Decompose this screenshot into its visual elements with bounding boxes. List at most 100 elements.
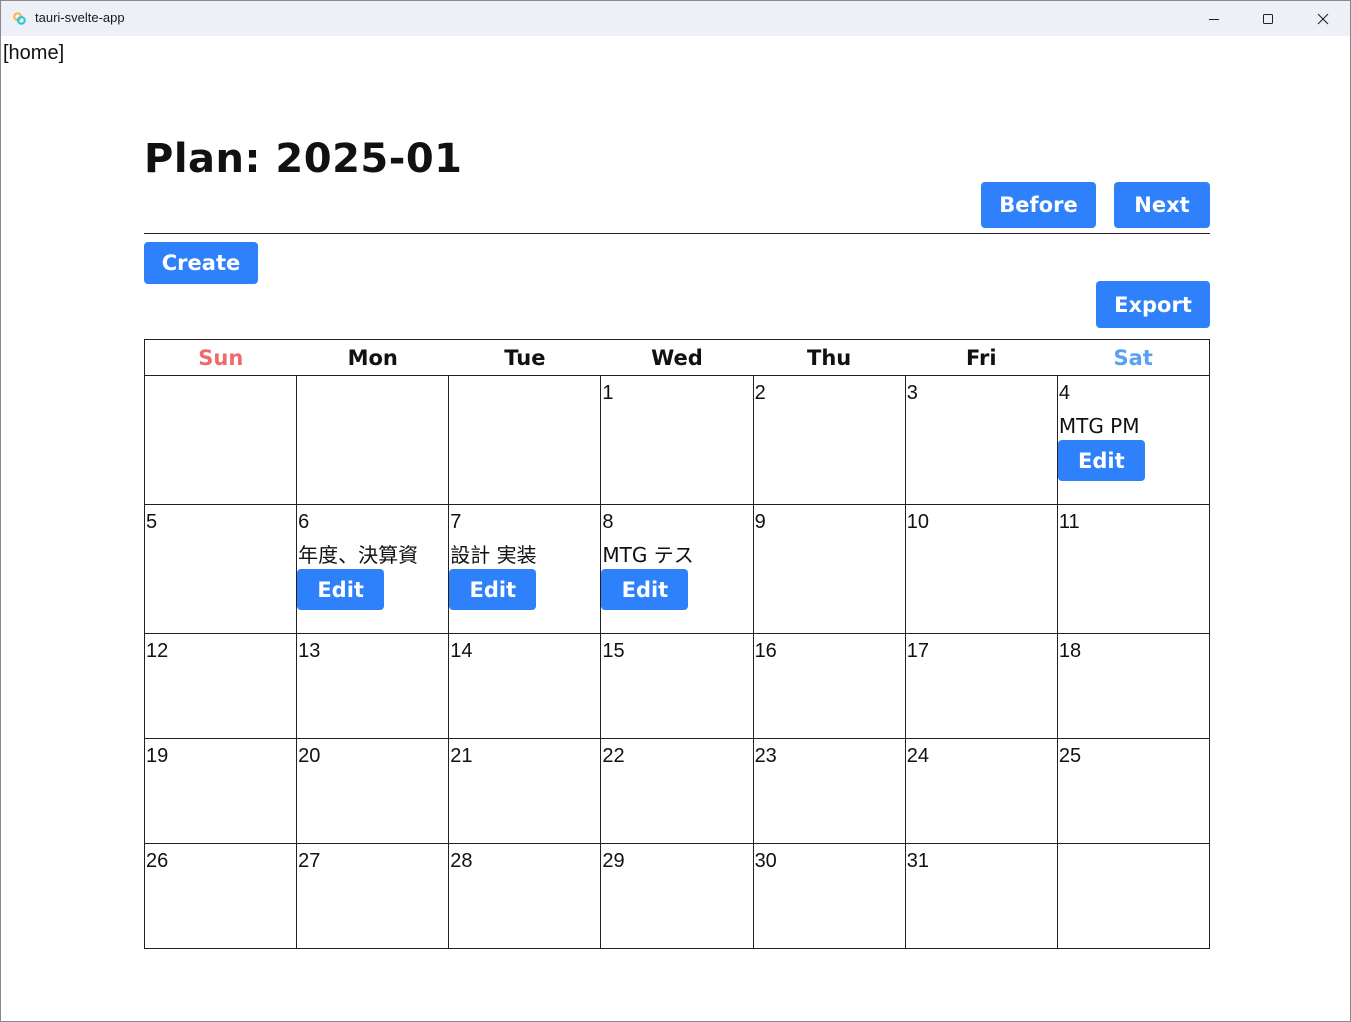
day-number: 8 [602,511,614,533]
day-number: 31 [906,850,929,872]
calendar-day-cell: 30 [752,843,906,949]
day-number: 24 [906,745,929,767]
minimize-icon [1209,18,1219,20]
calendar-day-cell: 4 MTG PM Edit [1056,375,1211,505]
edit-plan-button[interactable]: Edit [449,569,537,610]
calendar-day-cell: 22 [600,738,754,844]
header-sat: Sat [1057,339,1211,376]
tauri-logo-icon [13,12,26,25]
maximize-icon [1263,13,1273,24]
day-number: 7 [450,511,462,533]
calendar-header-row: Sun Mon Tue Wed Thu Fri Sat [143,339,1211,376]
divider [144,233,1210,234]
calendar-day-cell: 28 [448,843,602,949]
day-number: 3 [906,382,918,404]
calendar-week-row: 26 27 28 29 30 31 [143,843,1211,949]
calendar-day-cell: 1 [600,375,754,505]
calendar-day-cell: 26 [143,843,298,949]
day-number: 11 [1058,511,1080,533]
before-button[interactable]: Before [981,182,1096,228]
plan-text: MTG PM [1058,414,1140,438]
calendar-week-row: 12 13 14 15 16 17 18 [143,633,1211,739]
day-number: 13 [298,640,321,662]
calendar-day-cell: 5 [143,504,298,634]
calendar-day-cell: 3 [904,375,1058,505]
day-number: 16 [754,640,777,662]
calendar-day-cell: 25 [1056,738,1211,844]
export-button[interactable]: Export [1096,281,1210,328]
edit-plan-button[interactable]: Edit [297,569,385,610]
close-icon [1317,13,1329,24]
day-number: 5 [146,511,158,533]
calendar-day-cell: 24 [904,738,1058,844]
calendar-day-cell: 15 [600,633,754,739]
day-number: 12 [146,640,169,662]
minimize-button[interactable] [1191,1,1237,36]
home-link[interactable]: [home] [3,42,64,65]
calendar-day-cell: 18 [1056,633,1211,739]
calendar-day-cell: 2 [752,375,906,505]
plan-text: MTG テス [602,543,694,567]
main-content: [home] Plan: 2025-01 Before Next Create … [1,36,1350,1021]
calendar-day-cell [143,375,298,505]
plan-text: 年度、決算資 [298,543,419,567]
day-number: 4 [1058,382,1070,404]
day-number: 25 [1058,745,1082,767]
calendar-day-cell: 6 年度、決算資 Edit [296,504,450,634]
header-sun: Sun [143,339,297,376]
calendar-day-cell [1056,843,1211,949]
day-number: 27 [298,850,321,872]
calendar-week-row: 1 2 3 4 MTG PM Edit [143,375,1211,505]
header-wed: Wed [600,339,754,376]
page-title: Plan: 2025-01 [144,136,463,182]
calendar-table: Sun Mon Tue Wed Thu Fri Sat 1 2 3 4 MTG PM Ed… [143,339,1211,949]
calendar-day-cell: 16 [752,633,906,739]
day-number: 23 [754,745,777,767]
title-bar: tauri-svelte-app [1,1,1350,36]
calendar-day-cell: 11 [1056,504,1211,634]
calendar-day-cell: 20 [296,738,450,844]
create-button[interactable]: Create [144,242,258,284]
calendar-day-cell: 23 [752,738,906,844]
calendar-body: 1 2 3 4 MTG PM Edit 5 6 年度、決算資 Edit 7 設計 実装 Edit 8 MTG… [143,375,1211,949]
day-number: 2 [754,382,766,404]
close-button[interactable] [1300,1,1346,36]
edit-plan-button[interactable]: Edit [601,569,689,610]
calendar-day-cell: 17 [904,633,1058,739]
day-number: 18 [1058,640,1082,662]
calendar-day-cell: 8 MTG テス Edit [600,504,754,634]
header-mon: Mon [296,339,449,376]
header-tue: Tue [448,339,601,376]
day-number: 15 [602,640,625,662]
day-number: 22 [602,745,625,767]
calendar-day-cell: 9 [752,504,906,634]
day-number: 1 [602,382,614,404]
calendar-day-cell: 12 [143,633,298,739]
calendar-day-cell: 14 [448,633,602,739]
calendar-day-cell [448,375,602,505]
maximize-button[interactable] [1245,1,1291,36]
next-button[interactable]: Next [1114,182,1210,228]
calendar-day-cell: 29 [600,843,754,949]
day-number: 10 [906,511,929,533]
day-number: 6 [298,511,310,533]
day-number: 14 [450,640,473,662]
day-number: 28 [450,850,473,872]
day-number: 29 [602,850,625,872]
calendar-day-cell [296,375,450,505]
edit-plan-button[interactable]: Edit [1057,440,1145,481]
day-number: 19 [146,745,169,767]
plan-text: 設計 実装 [450,543,537,567]
calendar-week-row: 19 20 21 22 23 24 25 [143,738,1211,844]
header-thu: Thu [753,339,906,376]
calendar-day-cell: 10 [904,504,1058,634]
day-number: 21 [450,745,473,767]
day-number: 17 [906,640,929,662]
calendar-day-cell: 19 [143,738,298,844]
calendar-day-cell: 13 [296,633,450,739]
calendar-week-row: 5 6 年度、決算資 Edit 7 設計 実装 Edit 8 MTG テス Edit 9 10 11 [143,504,1211,634]
header-fri: Fri [905,339,1058,376]
calendar-day-cell: 27 [296,843,450,949]
calendar-day-cell: 7 設計 実装 Edit [448,504,602,634]
app-window: tauri-svelte-app [home] Plan: 2025-01 Be… [0,0,1351,1022]
